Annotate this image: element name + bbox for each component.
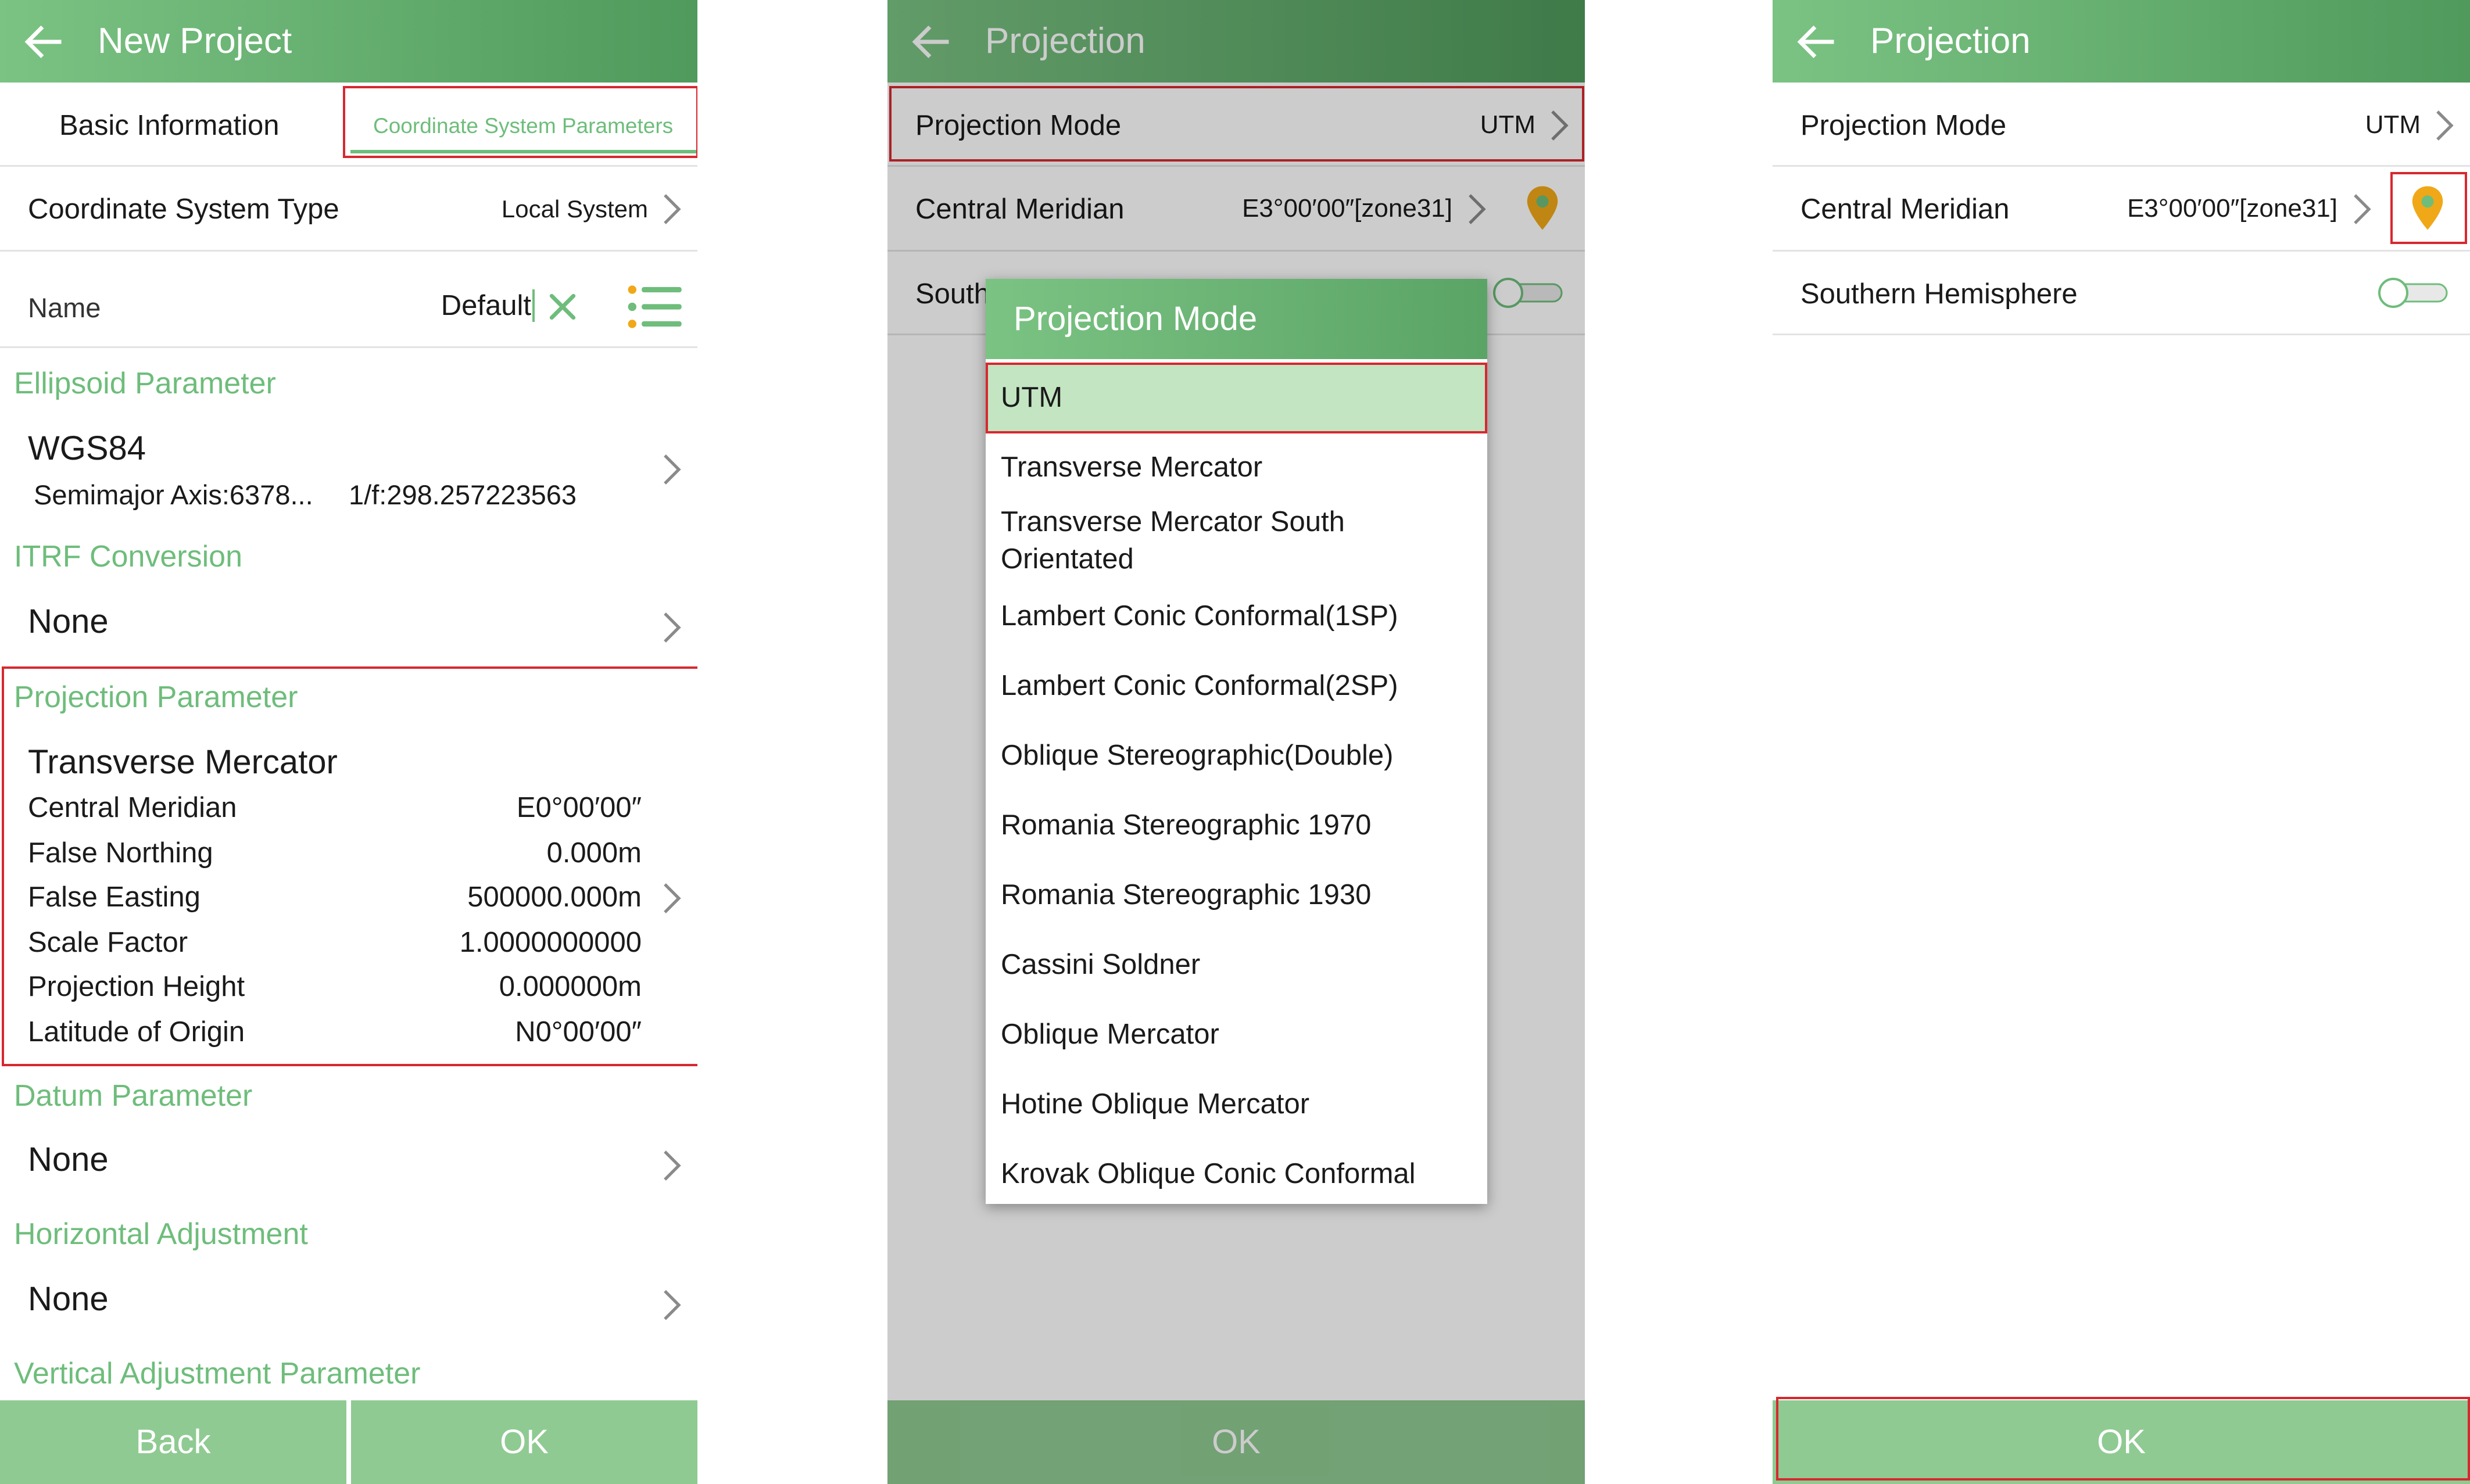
chevron-right-icon[interactable] <box>2433 109 2456 142</box>
southern-hemisphere-toggle[interactable] <box>2377 275 2449 311</box>
list-select-icon[interactable] <box>627 284 683 330</box>
projection-mode-option[interactable]: Lambert Conic Conformal(2SP) <box>986 667 1487 704</box>
section-itrf: ITRF Conversion <box>14 540 242 573</box>
section-projection: Projection Parameter <box>14 680 298 714</box>
chevron-right-icon[interactable] <box>660 1149 683 1182</box>
projection-param-label: False Northing <box>28 837 213 869</box>
itrf-value[interactable]: None <box>28 602 109 641</box>
projection-param-value: 0.000000m <box>499 971 642 1002</box>
projection-param-label: Latitude of Origin <box>28 1016 245 1048</box>
divider <box>1773 334 2470 335</box>
semimajor-axis: Semimajor Axis:6378... <box>34 479 313 510</box>
coord-type-label: Coordinate System Type <box>28 193 339 225</box>
projection-name[interactable]: Transverse Mercator <box>28 743 338 782</box>
section-horizontal: Horizontal Adjustment <box>14 1217 308 1251</box>
projection-param-label: Scale Factor <box>28 927 188 958</box>
projection-mode-option[interactable]: Romania Stereographic 1970 <box>986 806 1487 844</box>
chevron-right-icon[interactable] <box>660 882 683 915</box>
datum-value[interactable]: None <box>28 1140 109 1179</box>
projection-mode-option[interactable]: UTM <box>986 379 1487 416</box>
projection-mode-value[interactable]: UTM <box>2365 110 2421 139</box>
projection-mode-option[interactable]: Oblique Mercator <box>986 1016 1487 1053</box>
app-header: Projection <box>1773 0 2470 83</box>
projection-mode-option[interactable]: Cassini Soldner <box>986 946 1487 983</box>
app-header: New Project <box>0 0 697 83</box>
projection-param-value: N0°00′00″ <box>515 1016 642 1048</box>
central-meridian-value[interactable]: E3°00′00″[zone31] <box>2127 194 2337 223</box>
projection-param-label: False Easting <box>28 881 201 913</box>
chevron-right-icon[interactable] <box>660 1289 683 1321</box>
projection-param-value: 0.000m <box>546 837 642 869</box>
back-arrow-icon[interactable] <box>1791 17 1840 66</box>
divider <box>0 250 697 252</box>
projection-mode-dialog-screen: Projection Projection Mode UTM Central M… <box>887 0 1585 1484</box>
section-ellipsoid: Ellipsoid Parameter <box>14 367 276 400</box>
projection-mode-option[interactable]: Lambert Conic Conformal(1SP) <box>986 597 1487 635</box>
southern-hemisphere-label: Southern Hemisphere <box>1800 278 2078 310</box>
projection-mode-option[interactable]: Transverse Mercator South Orientated <box>986 503 1358 578</box>
projection-mode-option[interactable]: Krovak Oblique Conic Conformal <box>986 1155 1487 1192</box>
page-title: Projection <box>1870 21 2031 61</box>
projection-mode-option[interactable]: Hotine Oblique Mercator <box>986 1085 1487 1123</box>
projection-param-value: 1.0000000000 <box>459 927 642 958</box>
divider <box>0 165 697 167</box>
highlight-box-ok <box>1776 1397 2470 1481</box>
highlight-box-location-pin <box>2390 172 2467 244</box>
chevron-right-icon[interactable] <box>660 611 683 644</box>
projection-mode-option[interactable]: Transverse Mercator <box>986 449 1487 486</box>
new-project-screen: New Project Basic Information Coordinate… <box>0 0 697 1484</box>
dialog-header: Projection Mode <box>986 279 1487 359</box>
divider <box>1773 165 2470 167</box>
ok-button[interactable]: OK <box>351 1400 697 1484</box>
projection-param-value: 500000.000m <box>467 881 642 913</box>
coord-type-value[interactable]: Local System <box>502 195 648 223</box>
divider <box>1773 250 2470 252</box>
chevron-right-icon[interactable] <box>660 193 683 225</box>
projection-mode-option[interactable]: Romania Stereographic 1930 <box>986 876 1487 913</box>
projection-param-value: E0°00′00″ <box>516 792 642 823</box>
central-meridian-label: Central Meridian <box>1800 193 2010 225</box>
back-arrow-icon[interactable] <box>19 17 67 66</box>
chevron-right-icon[interactable] <box>660 453 683 486</box>
projection-screen: Projection Projection Mode UTM Central M… <box>1773 0 2470 1484</box>
chevron-right-icon[interactable] <box>2350 193 2374 225</box>
highlight-box-tab <box>343 86 697 158</box>
dialog-title: Projection Mode <box>1014 300 1258 338</box>
back-button[interactable]: Back <box>0 1400 346 1484</box>
tab-basic-information[interactable]: Basic Information <box>59 109 280 142</box>
clear-icon[interactable] <box>546 291 579 323</box>
projection-mode-dialog: Projection Mode UTM Transverse Mercator Tr… <box>986 279 1487 1204</box>
page-title: New Project <box>98 21 292 61</box>
section-vertical: Vertical Adjustment Parameter <box>14 1357 421 1390</box>
projection-mode-option[interactable]: Oblique Stereographic(Double) <box>986 737 1487 774</box>
projection-param-label: Projection Height <box>28 971 245 1002</box>
section-datum: Datum Parameter <box>14 1079 253 1113</box>
horizontal-value[interactable]: None <box>28 1279 109 1318</box>
projection-mode-label: Projection Mode <box>1800 110 2007 141</box>
ellipsoid-name: WGS84 <box>28 429 146 467</box>
divider <box>0 346 697 348</box>
name-input[interactable]: Default <box>441 289 535 322</box>
projection-param-label: Central Meridian <box>28 792 237 823</box>
inverse-flattening: 1/f:298.257223563 <box>349 479 577 510</box>
name-label: Name <box>28 292 101 323</box>
